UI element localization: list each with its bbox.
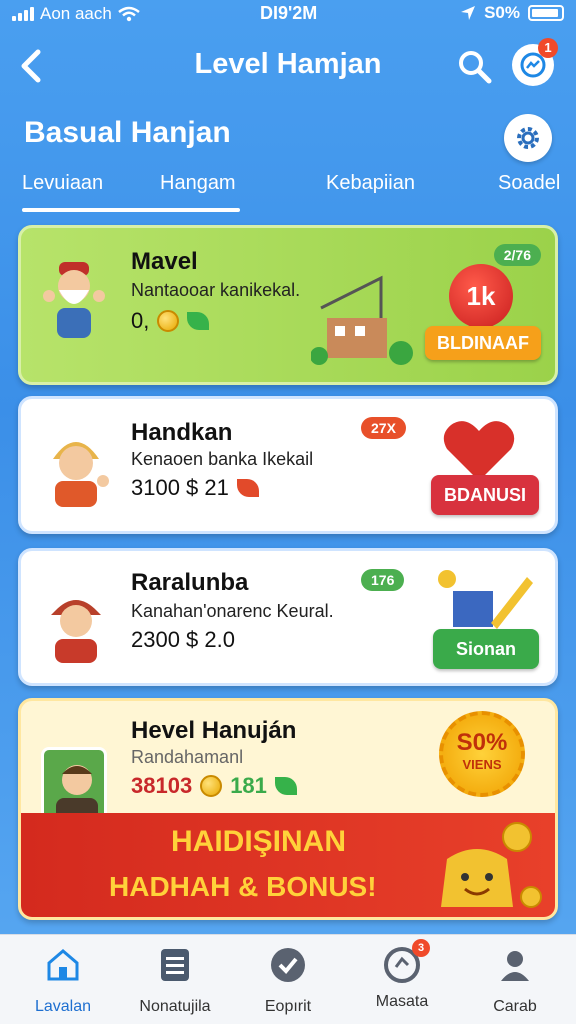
character-avatar	[41, 747, 107, 821]
card-subtitle: Kenaoen banka Ikekail	[131, 449, 314, 469]
card-action-button[interactable]: Sionan	[433, 629, 539, 669]
status-bar: Aon aach DI9'2M S0%	[0, 0, 576, 28]
stats-value: 38103	[131, 773, 193, 798]
leaf-icon	[236, 479, 259, 497]
wifi-icon	[118, 6, 140, 22]
discount-seal: S0% VIENS	[439, 711, 525, 797]
card-stats: 0,	[131, 308, 210, 334]
card-title: Hevel Hanuján	[131, 717, 297, 744]
card-action-button[interactable]: BLDINAAF	[425, 326, 541, 360]
percent-badge: 176	[361, 569, 405, 591]
status-time: DI9'2M	[260, 3, 318, 23]
nav-label: Carab	[493, 998, 537, 1015]
seal-percent: S0%	[456, 729, 508, 756]
stats-value: 0,	[131, 308, 150, 333]
card-subtitle: Nantaooar kanikekal.	[131, 280, 301, 300]
battery-icon	[528, 5, 564, 21]
stats-value-secondary: 181	[230, 773, 267, 798]
settings-button[interactable]	[504, 114, 552, 162]
status-left: Aon aach	[12, 4, 140, 24]
stats-value: 2300 $ 2.0	[131, 627, 235, 652]
reward-emblem: 1k	[449, 264, 513, 328]
nav-label: Masata	[375, 993, 429, 1010]
coin-icon	[200, 775, 223, 797]
signal-icon	[12, 7, 34, 21]
nav-item-masata[interactable]: 3 Masata	[347, 939, 457, 1011]
nav-item-eopirit[interactable]: Eopırit	[233, 945, 343, 1016]
search-button[interactable]	[456, 48, 494, 86]
nav-label: Lavalan	[34, 998, 92, 1015]
character-avatar	[53, 442, 109, 507]
level-card[interactable]: Raralunba Kanahan'onarenc Keural. 2300 $…	[18, 548, 558, 686]
card-stats: 2300 $ 2.0	[131, 627, 235, 653]
status-right: S0%	[460, 3, 564, 23]
building-illustration	[311, 275, 413, 365]
leaf-icon	[187, 312, 210, 330]
active-tab-indicator	[22, 208, 240, 212]
document-icon	[161, 949, 189, 981]
location-icon	[461, 6, 476, 20]
top-app-bar: Level Hamjan 1	[0, 36, 576, 96]
percent-badge: 27X	[361, 417, 406, 439]
coin-icon	[157, 310, 180, 332]
coin-mascot-icon	[441, 822, 542, 908]
home-icon	[47, 949, 79, 981]
card-title: Mavel	[131, 248, 198, 275]
bonus-card[interactable]: Hevel Hanuján Randahamanl 38103 181 S0% …	[18, 698, 558, 920]
battery-percent: S0%	[484, 3, 520, 22]
message-badge: 1	[538, 38, 558, 58]
gear-icon	[517, 127, 539, 149]
nav-item-lavalan[interactable]: Lavalan	[8, 945, 118, 1016]
tab-kebapiian[interactable]: Kebapiian	[326, 172, 415, 195]
profile-icon	[501, 951, 529, 981]
percent-badge: 2/76	[493, 244, 541, 266]
tab-hangam[interactable]: Hangam	[160, 172, 236, 195]
messenger-button[interactable]: 1	[512, 38, 558, 86]
card-title: Raralunba	[131, 569, 249, 596]
check-circle-icon	[271, 948, 305, 982]
nav-item-nonatujila[interactable]: Nonatujila	[120, 945, 230, 1016]
tab-levuiaan[interactable]: Levuiaan	[22, 172, 103, 195]
seal-caption: VIENS	[462, 757, 502, 772]
tab-soadel[interactable]: Soadel	[498, 172, 560, 195]
bottom-nav: Lavalan Nonatujila Eopırit 3 Masata Cara…	[0, 934, 576, 1024]
level-card[interactable]: Mavel Nantaooar kanikekal. 0, 2/76 1k BL…	[18, 225, 558, 385]
character-avatar	[43, 262, 105, 338]
pencil-icon	[438, 570, 533, 629]
character-avatar	[51, 600, 101, 663]
leaf-icon	[274, 777, 297, 795]
nav-label: Eopırit	[264, 998, 312, 1015]
search-icon	[459, 51, 492, 84]
card-stats: 38103 181	[131, 773, 297, 799]
level-card[interactable]: Handkan Kenaoen banka Ikekail 3100 $ 21 …	[18, 396, 558, 534]
carrier-label: Aon aach	[40, 4, 112, 23]
card-subtitle: Kanahan'onarenc Keural.	[131, 601, 334, 621]
banner-headline: HAIDIŞINAN	[171, 825, 347, 858]
avatar-figure	[56, 765, 98, 818]
nav-item-carab[interactable]: Carab	[460, 945, 570, 1016]
nav-badge: 3	[412, 939, 430, 957]
banner-subheadline: HADHAH & BONUS!	[109, 871, 377, 902]
card-stats: 3100 $ 21	[131, 475, 259, 501]
card-subtitle: Randahamanl	[131, 747, 244, 767]
tab-bar: Levuiaan Hangam Kebapiian Soadel	[0, 168, 576, 214]
card-title: Handkan	[131, 419, 233, 446]
section-title: Basual Hanjan	[24, 116, 231, 149]
bonus-banner[interactable]: HAIDIŞINAN HADHAH & BONUS!	[21, 813, 555, 917]
card-action-button[interactable]: BDANUSI	[431, 475, 539, 515]
nav-label: Nonatujila	[139, 998, 211, 1015]
stats-value: 3100 $ 21	[131, 475, 229, 500]
